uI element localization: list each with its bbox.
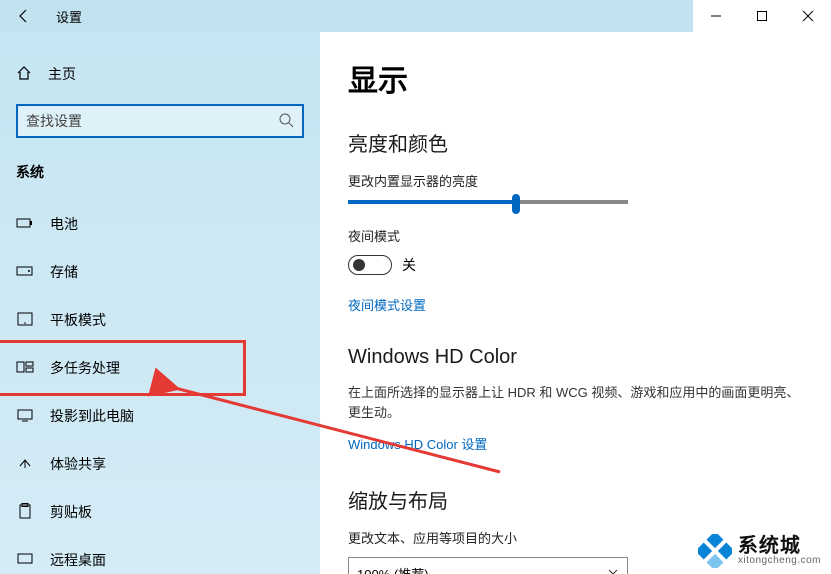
night-light-toggle[interactable] (348, 255, 392, 275)
toggle-knob (353, 259, 365, 271)
window-controls (693, 0, 831, 32)
search-input[interactable] (26, 113, 278, 129)
back-button[interactable] (0, 0, 48, 32)
sidebar-section-system: 系统 (0, 162, 320, 182)
sidebar-home[interactable]: 主页 (0, 56, 320, 92)
brightness-slider[interactable] (348, 200, 628, 204)
sidebar-item-label: 平板模式 (50, 310, 106, 330)
sidebar-item-label: 投影到此电脑 (50, 406, 134, 426)
minimize-button[interactable] (693, 0, 739, 32)
section-brightness-color: 亮度和颜色 (348, 128, 803, 157)
watermark-logo-icon (698, 534, 732, 568)
multitask-icon (16, 360, 34, 377)
watermark: 系统城 xitongcheng.com (698, 534, 821, 568)
sidebar-item-label: 体验共享 (50, 454, 106, 474)
search-box[interactable] (16, 104, 304, 138)
night-light-settings-link[interactable]: 夜间模式设置 (348, 295, 426, 314)
scale-select-value: 100% (推荐) (357, 564, 429, 574)
section-hd-color: Windows HD Color (348, 346, 803, 369)
sidebar-home-label: 主页 (48, 64, 76, 84)
storage-icon (16, 264, 34, 281)
sidebar: 主页 系统 电池存储平板模式多任务处理投影到此电脑体验共享剪贴板远程桌面 (0, 32, 320, 574)
sidebar-item-battery[interactable]: 电池 (0, 200, 320, 248)
sidebar-item-label: 电池 (50, 214, 78, 234)
project-icon (16, 408, 34, 425)
home-icon (16, 65, 32, 84)
sidebar-item-label: 剪贴板 (50, 502, 92, 522)
sidebar-item-storage[interactable]: 存储 (0, 248, 320, 296)
sidebar-item-multitask[interactable]: 多任务处理 (0, 344, 320, 392)
close-button[interactable] (785, 0, 831, 32)
sidebar-item-project[interactable]: 投影到此电脑 (0, 392, 320, 440)
sidebar-nav: 电池存储平板模式多任务处理投影到此电脑体验共享剪贴板远程桌面 (0, 200, 320, 574)
titlebar: 设置 (0, 0, 831, 32)
content: 显示 亮度和颜色 更改内置显示器的亮度 夜间模式 关 夜间模式设置 Window… (320, 32, 831, 574)
clipboard-icon (16, 503, 34, 522)
slider-thumb[interactable] (512, 194, 520, 214)
sidebar-item-clipboard[interactable]: 剪贴板 (0, 488, 320, 536)
chevron-down-icon (607, 566, 619, 574)
brightness-label: 更改内置显示器的亮度 (348, 171, 803, 190)
sidebar-item-label: 存储 (50, 262, 78, 282)
page-title: 显示 (348, 56, 803, 100)
tablet-icon (16, 312, 34, 329)
watermark-name: 系统城 (738, 536, 821, 556)
sidebar-item-shared[interactable]: 体验共享 (0, 440, 320, 488)
search-icon (278, 112, 294, 131)
sidebar-item-label: 多任务处理 (50, 358, 120, 378)
battery-icon (16, 216, 34, 233)
night-light-state: 关 (402, 255, 416, 275)
shared-icon (16, 456, 34, 473)
section-scale-layout: 缩放与布局 (348, 485, 803, 514)
hd-color-desc: 在上面所选择的显示器上让 HDR 和 WCG 视频、游戏和应用中的画面更明亮、更… (348, 383, 803, 422)
sidebar-item-label: 远程桌面 (50, 550, 106, 570)
hd-color-settings-link[interactable]: Windows HD Color 设置 (348, 434, 487, 453)
watermark-domain: xitongcheng.com (738, 556, 821, 566)
window-title: 设置 (48, 7, 82, 26)
scale-select[interactable]: 100% (推荐) (348, 557, 628, 574)
remote-icon (16, 552, 34, 569)
maximize-button[interactable] (739, 0, 785, 32)
sidebar-item-remote[interactable]: 远程桌面 (0, 536, 320, 574)
night-light-label: 夜间模式 (348, 226, 803, 245)
sidebar-item-tablet[interactable]: 平板模式 (0, 296, 320, 344)
